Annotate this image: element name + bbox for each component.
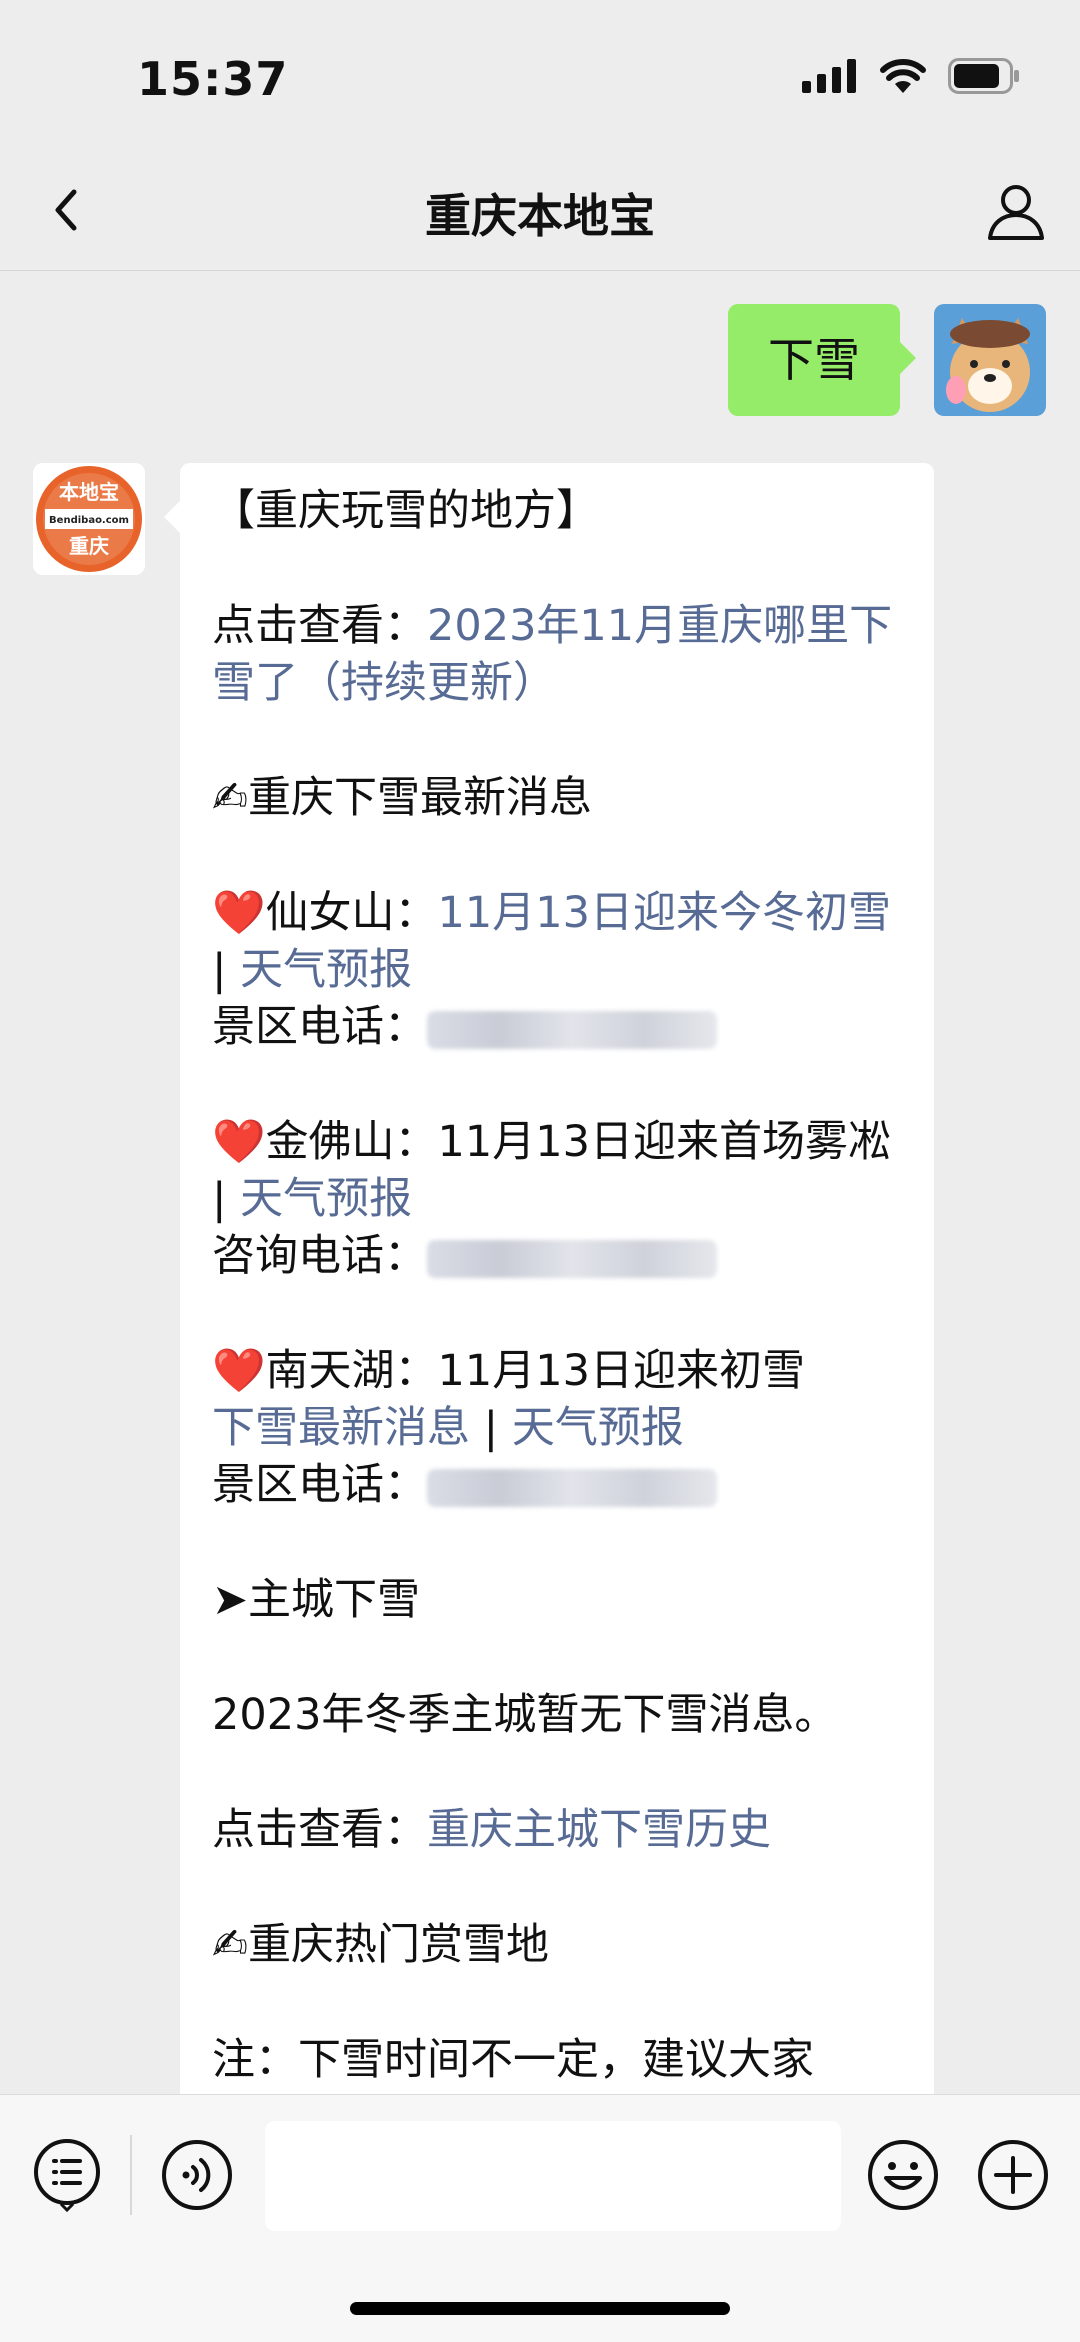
weather-link[interactable]: 天气预报 [240, 1174, 412, 1224]
page-title: 重庆本地宝 [425, 189, 655, 243]
view-line-2: 点击查看：重庆主城下雪历史 [212, 1802, 902, 1859]
item-name: 金佛山： [265, 1117, 438, 1167]
separator: | [212, 945, 241, 995]
svg-text:Bendibao.com: Bendibao.com [49, 515, 129, 526]
latest-snow-link[interactable]: 下雪最新消息 [212, 1403, 470, 1453]
heart-icon: ❤️ [212, 1117, 266, 1167]
item-name: 南天湖： [265, 1346, 438, 1396]
status-time: 15:37 [137, 52, 289, 106]
dog-avatar-image [934, 304, 1046, 416]
item-name: 仙女山： [265, 888, 438, 938]
snow-history-link[interactable]: 重庆主城下雪历史 [427, 1805, 771, 1855]
chat-area[interactable]: 下雪 本地宝 Bendibao.com 重庆 【重庆玩雪的地方】 点击查看：20… [0, 271, 1080, 2094]
menu-icon[interactable] [30, 2138, 104, 2212]
heart-icon: ❤️ [212, 888, 266, 938]
separator: | [470, 1403, 512, 1453]
scenic-item-xiannvshan: ❤️仙女山：11月13日迎来今冬初雪 | 天气预报 景区电话： [212, 885, 902, 1056]
toolbar-divider [130, 2135, 132, 2215]
note-text: 注：下雪时间不一定，建议大家 [212, 2035, 814, 2085]
status-bar: 15:37 [0, 0, 1080, 150]
section-popular-spots: ✍重庆热门赏雪地 [212, 1920, 550, 1970]
section-main-city: ➤主城下雪 [212, 1575, 421, 1625]
phone-label: 景区电话： [212, 1460, 427, 1510]
signal-icon [802, 59, 856, 93]
blurred-phone [427, 1010, 717, 1049]
view-line-1: 点击查看：2023年11月重庆哪里下雪了（持续更新） [212, 598, 902, 712]
received-message[interactable]: 【重庆玩雪的地方】 点击查看：2023年11月重庆哪里下雪了（持续更新） ✍重庆… [164, 463, 934, 2094]
blurred-phone [427, 1468, 717, 1507]
section-latest-news: ✍重庆下雪最新消息 [212, 773, 593, 823]
bendibao-logo: 本地宝 Bendibao.com 重庆 [33, 463, 145, 575]
item-desc: 11月13日迎来初雪 [437, 1346, 805, 1396]
wifi-icon [880, 59, 926, 93]
message-input[interactable] [265, 2121, 841, 2231]
plus-icon[interactable] [976, 2138, 1050, 2212]
message-heading: 【重庆玩雪的地方】 [212, 486, 599, 536]
home-indicator[interactable] [350, 2302, 730, 2315]
weather-link[interactable]: 天气预报 [512, 1403, 684, 1453]
weather-link[interactable]: 天气预报 [240, 945, 412, 995]
view-prefix: 点击查看： [212, 1805, 427, 1855]
first-snow-link[interactable]: 11月13日迎来今冬初雪 [438, 888, 891, 938]
profile-icon[interactable] [984, 178, 1048, 242]
blurred-phone [427, 1239, 717, 1278]
phone-label: 咨询电话： [212, 1231, 427, 1281]
heart-icon: ❤️ [212, 1346, 266, 1396]
nav-bar: 重庆本地宝 [0, 150, 1080, 271]
emoji-icon[interactable] [866, 2138, 940, 2212]
sent-message[interactable]: 下雪 [728, 304, 916, 416]
main-city-note: 2023年冬季主城暂无下雪消息。 [212, 1690, 838, 1740]
separator: | [212, 1174, 241, 1224]
svg-text:本地宝: 本地宝 [59, 480, 119, 504]
voice-icon[interactable] [160, 2138, 234, 2212]
svg-text:重庆: 重庆 [69, 534, 109, 558]
item-desc: 11月13日迎来首场雾凇 [437, 1117, 891, 1167]
user-avatar[interactable] [934, 304, 1046, 416]
phone-label: 景区电话： [212, 1002, 427, 1052]
view-prefix: 点击查看： [212, 601, 427, 651]
account-avatar[interactable]: 本地宝 Bendibao.com 重庆 [33, 463, 145, 575]
scenic-item-jinfoshan: ❤️金佛山：11月13日迎来首场雾凇 | 天气预报 咨询电话： [212, 1114, 902, 1285]
battery-icon [948, 58, 1019, 94]
status-icons [802, 58, 1020, 94]
scenic-item-nantianhu: ❤️南天湖：11月13日迎来初雪 下雪最新消息 | 天气预报 景区电话： [212, 1343, 902, 1514]
